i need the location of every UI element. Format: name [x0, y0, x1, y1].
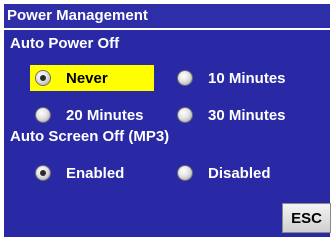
option-20-minutes-label: 20 Minutes [66, 106, 144, 124]
option-10-minutes-label: 10 Minutes [208, 69, 286, 87]
screen: Power Management Auto Power Off Never 10… [0, 0, 336, 241]
radio-selected-icon [36, 71, 50, 85]
page-title: Power Management [4, 4, 330, 28]
radio-selected-icon [36, 166, 50, 180]
option-never-label: Never [66, 69, 108, 87]
radio-icon [178, 108, 192, 122]
auto-power-off-label: Auto Power Off [10, 35, 120, 52]
option-disabled[interactable]: Disabled [178, 160, 271, 186]
option-30-minutes-label: 30 Minutes [208, 106, 286, 124]
radio-icon [36, 108, 50, 122]
radio-icon [178, 166, 192, 180]
option-10-minutes[interactable]: 10 Minutes [178, 65, 286, 91]
option-20-minutes[interactable]: 20 Minutes [36, 102, 144, 128]
option-30-minutes[interactable]: 30 Minutes [178, 102, 286, 128]
auto-screen-off-label: Auto Screen Off (MP3) [10, 128, 170, 145]
option-enabled[interactable]: Enabled [36, 160, 124, 186]
option-disabled-label: Disabled [208, 164, 271, 182]
option-enabled-label: Enabled [66, 164, 125, 182]
esc-button[interactable]: ESC [282, 203, 331, 233]
radio-icon [178, 71, 192, 85]
option-never[interactable]: Never [30, 65, 154, 91]
